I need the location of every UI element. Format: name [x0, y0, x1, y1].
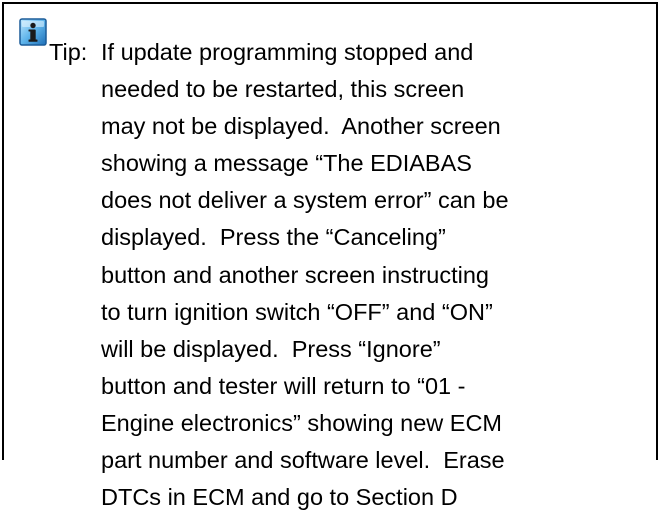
tip-text-line: button and another screen instructing [101, 261, 490, 288]
tip-text-line: will be displayed. Press “Ignore” [101, 335, 441, 362]
tip-text-line: to turn ignition switch “OFF” and “ON” [101, 298, 493, 325]
tip-label: Tip: [49, 39, 88, 65]
tip-text-line: button and tester will return to “01 - [101, 372, 466, 399]
tip-text-line: needed to be restarted, this screen [101, 76, 465, 103]
tip-text-line: showing a message “The EDIABAS [101, 150, 472, 177]
tip-text-line: If update programming stopped and [101, 39, 474, 65]
tip-text-line: may not be displayed. Another screen [101, 113, 501, 140]
tip-text-line: DTCs in ECM and go to Section D [101, 484, 458, 511]
tip-text-line: part number and software level. Erase [101, 447, 505, 474]
tip-text-line: does not deliver a system error” can be [101, 187, 509, 214]
tip-box: Tip: If update programming stopped and n… [2, 2, 658, 510]
tip-text-line: Engine electronics” showing new ECM [101, 409, 502, 436]
tip-text: If update programming stopped and needed… [101, 34, 509, 516]
tip-text-line: displayed. Press the “Canceling” [101, 224, 446, 251]
info-icon [19, 18, 47, 46]
